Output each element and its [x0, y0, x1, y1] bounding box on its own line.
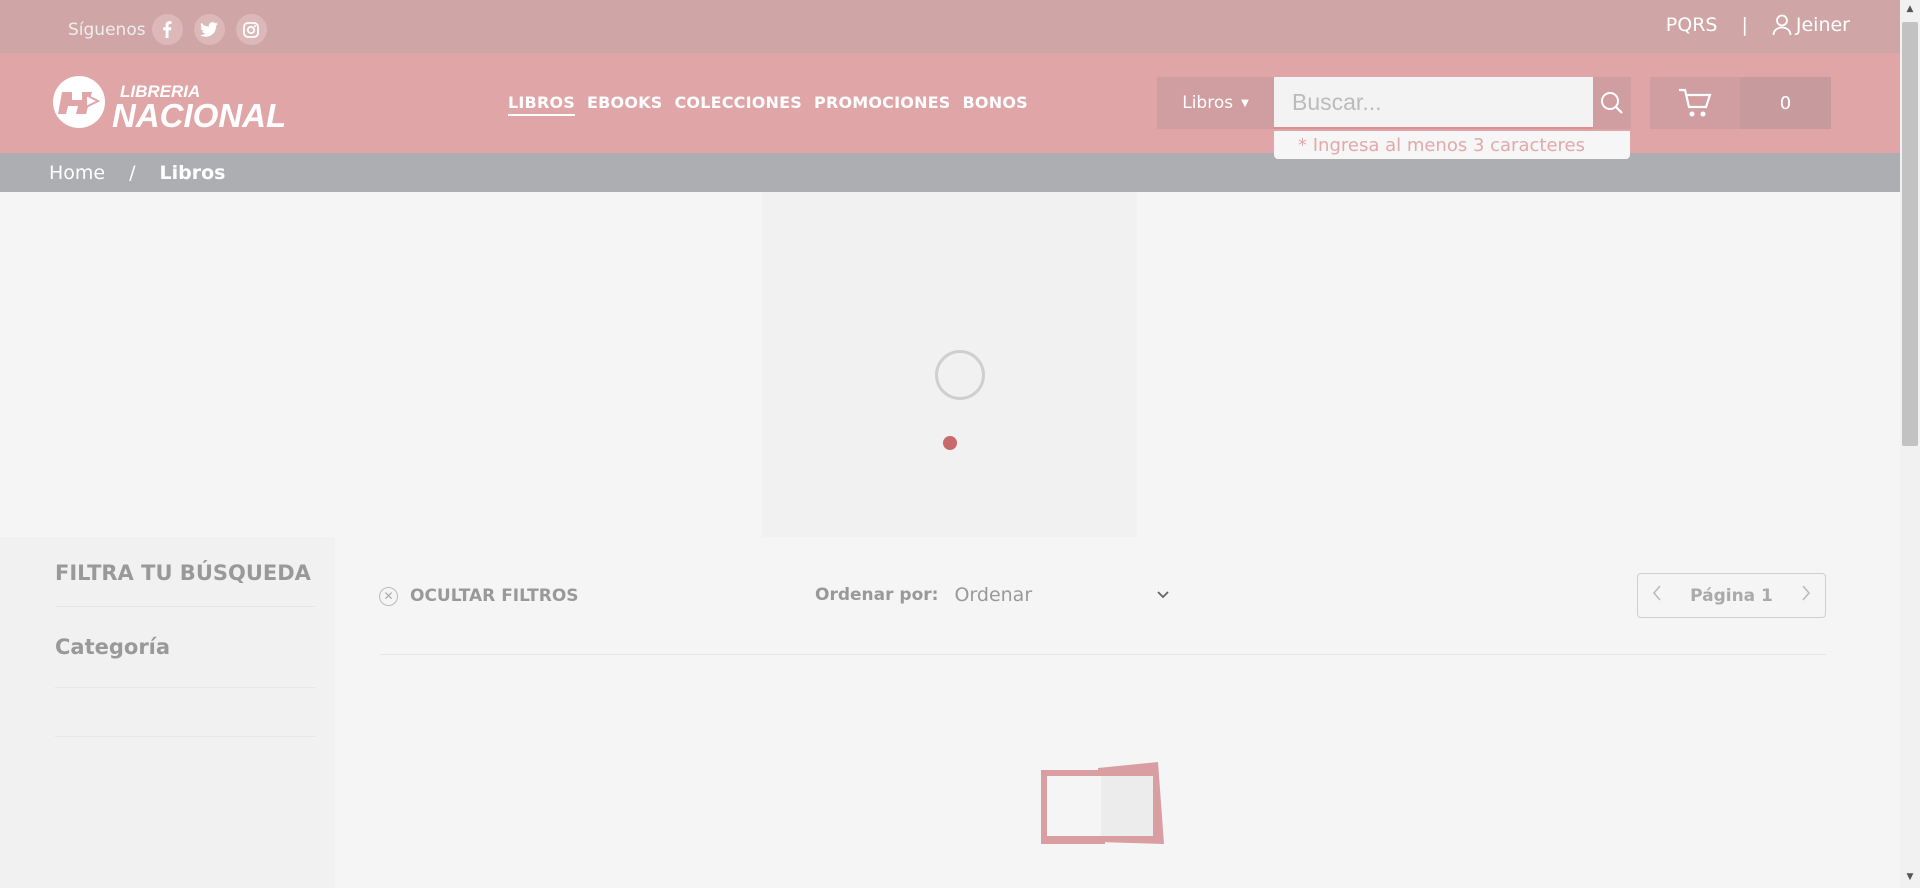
pagination: Página 1: [1637, 573, 1826, 618]
top-right-links: PQRS | Jeiner: [1666, 14, 1850, 36]
sort-value: Ordenar: [954, 584, 1033, 606]
scrollbar-thumb[interactable]: [1902, 22, 1918, 446]
filter-category[interactable]: Categoría: [55, 635, 170, 659]
divider: [55, 687, 315, 688]
user-name-link[interactable]: Jeiner: [1796, 14, 1850, 36]
chevron-down-icon: [1157, 591, 1170, 599]
search-icon: [1601, 92, 1623, 114]
breadcrumb-current: Libros: [159, 161, 226, 184]
filter-sidebar: FILTRA TU BÚSQUEDA Categoría: [0, 537, 335, 888]
libreria-nacional-logo[interactable]: LIBRERIA NACIONAL: [48, 75, 302, 129]
nav-ebooks[interactable]: EBOOKS: [587, 93, 662, 116]
cart-icon-wrap: [1650, 77, 1740, 129]
nav-bonos[interactable]: BONOS: [963, 93, 1028, 116]
book-loading-icon: [1041, 762, 1164, 844]
pqrs-link[interactable]: PQRS: [1666, 14, 1718, 36]
twitter-icon[interactable]: [193, 14, 225, 45]
filter-title: FILTRA TU BÚSQUEDA: [55, 561, 311, 585]
sort-select[interactable]: Ordenar: [954, 584, 1170, 606]
loading-dot: [943, 436, 957, 450]
caret-down-icon: ▼: [1241, 97, 1249, 109]
next-page-icon[interactable]: [1801, 585, 1811, 606]
hide-filters-button[interactable]: ✕ OCULTAR FILTROS: [379, 586, 579, 606]
sort-control: Ordenar por: Ordenar: [815, 584, 1170, 606]
nav-libros[interactable]: LIBROS: [508, 93, 575, 116]
user-icon[interactable]: [1772, 14, 1792, 36]
scroll-down-icon[interactable]: ▼: [1904, 872, 1916, 882]
toolbar-divider: [380, 654, 1826, 655]
cart-button[interactable]: 0: [1650, 77, 1831, 129]
prev-page-icon[interactable]: [1652, 585, 1662, 606]
divider: [55, 606, 315, 607]
search-category-label: Libros: [1182, 93, 1234, 113]
scroll-up-icon[interactable]: ▲: [1904, 4, 1916, 14]
cart-icon: [1679, 88, 1712, 117]
hide-filters-label: OCULTAR FILTROS: [410, 586, 579, 606]
search-button[interactable]: [1593, 77, 1631, 129]
loading-spinner: [935, 350, 985, 400]
instagram-icon[interactable]: [235, 14, 267, 45]
svg-text:NACIONAL: NACIONAL: [112, 97, 286, 129]
page-label: Página 1: [1690, 585, 1773, 606]
search-input[interactable]: [1274, 77, 1593, 129]
breadcrumb-home[interactable]: Home: [49, 162, 105, 184]
top-separator: |: [1741, 14, 1748, 36]
nav-promociones[interactable]: PROMOCIONES: [814, 93, 951, 116]
sort-label: Ordenar por:: [815, 585, 939, 605]
main-nav: LIBROS EBOOKS COLECCIONES PROMOCIONES BO…: [508, 93, 1040, 116]
follow-label: Síguenos: [68, 19, 146, 40]
nav-colecciones[interactable]: COLECCIONES: [674, 93, 802, 116]
cart-count: 0: [1740, 77, 1831, 129]
search-hint: * Ingresa al menos 3 caracteres: [1274, 131, 1630, 159]
social-follow: Síguenos: [68, 14, 278, 45]
divider: [55, 736, 315, 737]
close-circle-icon: ✕: [379, 586, 398, 606]
top-bar: Síguenos PQRS | Jeiner: [0, 0, 1900, 53]
search-category-dropdown[interactable]: Libros ▼: [1157, 77, 1274, 129]
facebook-icon[interactable]: [151, 14, 183, 45]
breadcrumb-separator: /: [129, 161, 136, 184]
